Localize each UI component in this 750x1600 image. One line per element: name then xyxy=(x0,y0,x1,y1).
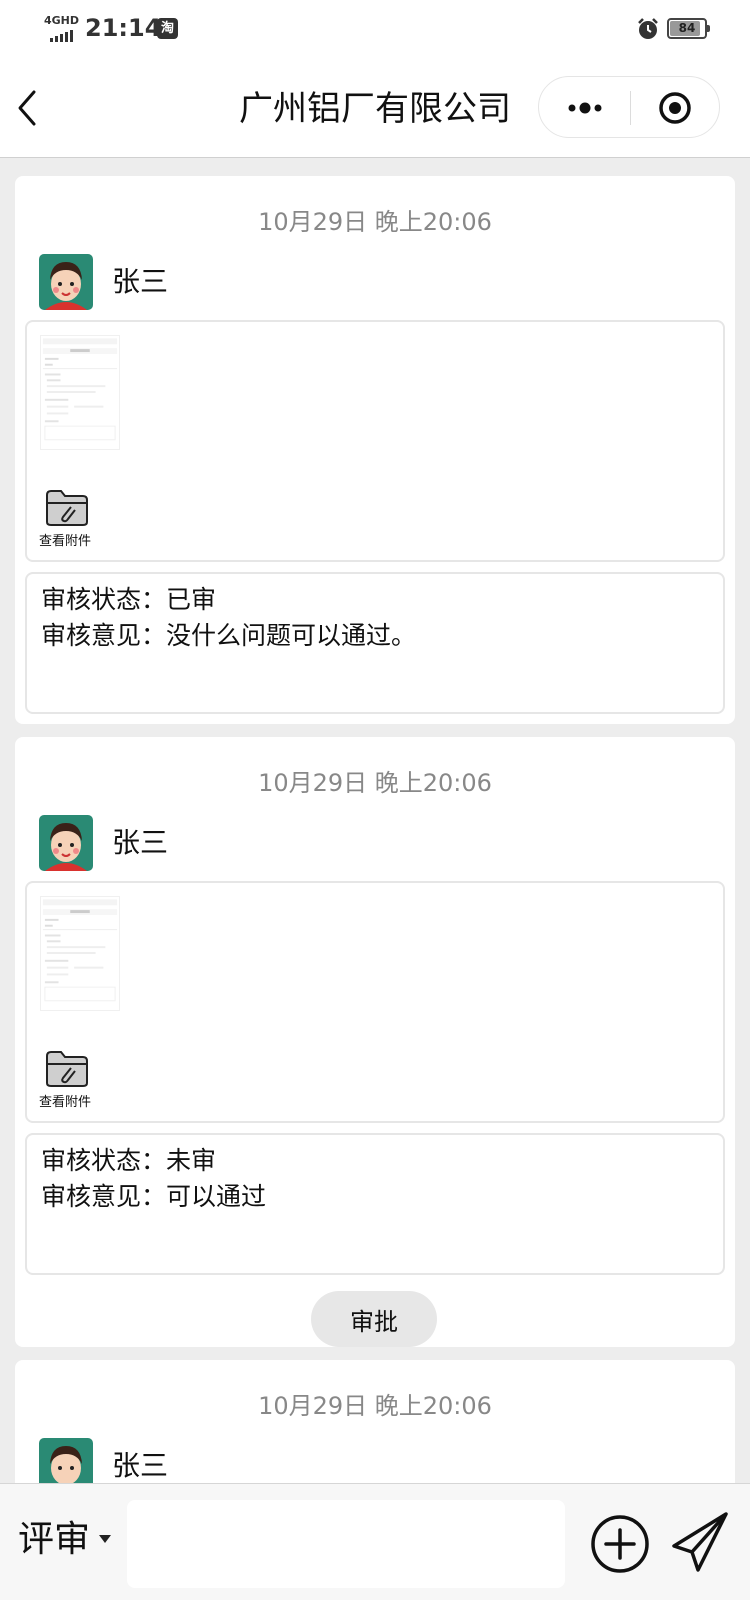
avatar xyxy=(39,815,93,871)
clock-time: 21:14 xyxy=(85,14,162,42)
review-status: 审核状态：已审 xyxy=(41,585,217,614)
input-bar: 评审 xyxy=(0,1483,750,1600)
card-timestamp: 10月29日 晚上20:06 xyxy=(258,769,492,797)
caret-down-icon xyxy=(99,1535,111,1543)
review-opinion: 审核意见：没什么问题可以通过。 xyxy=(41,621,417,650)
approve-button[interactable]: 审批 xyxy=(311,1291,437,1347)
alarm-icon xyxy=(638,18,658,39)
username: 张三 xyxy=(112,826,169,859)
status-bar: 4GHD 21:14 淘 84 xyxy=(0,0,750,58)
more-dots-icon[interactable] xyxy=(539,77,629,139)
approval-feed[interactable]: 10月29日 晚上20:06 张三 查看附件 审核状态：已审 审核意见：没什么问… xyxy=(0,159,750,1483)
taobao-notification-icon: 淘 xyxy=(157,18,178,39)
attachment-thumbnail[interactable] xyxy=(40,896,120,1011)
approval-card: 10月29日 晚上20:06 张三 xyxy=(15,1360,735,1483)
folder-attachment-icon[interactable] xyxy=(45,1048,89,1088)
chevron-left-icon[interactable] xyxy=(10,86,50,130)
navigation-bar: 广州铝厂有限公司 xyxy=(0,58,750,158)
username: 张三 xyxy=(112,265,169,298)
review-info-panel: 审核状态：已审 审核意见：没什么问题可以通过。 xyxy=(25,572,725,714)
plus-circle-icon[interactable] xyxy=(588,1512,652,1576)
avatar xyxy=(39,254,93,310)
approval-card: 10月29日 晚上20:06 张三 xyxy=(15,176,735,724)
review-status: 审核状态：未审 xyxy=(41,1146,217,1175)
view-attachment-link[interactable]: 查看附件 xyxy=(39,530,91,549)
review-opinion: 审核意见：可以通过 xyxy=(41,1182,267,1211)
mini-program-capsule xyxy=(538,76,720,138)
avatar xyxy=(39,1438,93,1483)
target-close-icon[interactable] xyxy=(631,77,721,139)
approval-card: 10月29日 晚上20:06 张三 xyxy=(15,737,735,1347)
attachment-thumbnail[interactable] xyxy=(40,335,120,450)
message-input[interactable] xyxy=(127,1500,565,1588)
send-plane-icon[interactable] xyxy=(670,1510,730,1574)
view-attachment-link[interactable]: 查看附件 xyxy=(39,1091,91,1110)
mode-label: 评审 xyxy=(18,1519,91,1560)
mode-selector[interactable]: 评审 xyxy=(16,1514,116,1570)
battery-icon: 84 xyxy=(667,18,710,39)
attachment-panel: 查看附件 xyxy=(25,881,725,1123)
attachment-panel: 查看附件 xyxy=(25,320,725,562)
review-info-panel: 审核状态：未审 审核意见：可以通过 xyxy=(25,1133,725,1275)
battery-level: 84 xyxy=(678,21,696,35)
signal-icon xyxy=(50,30,73,42)
network-type: 4GHD xyxy=(44,14,80,27)
username: 张三 xyxy=(112,1449,169,1482)
page-title: 广州铝厂有限公司 xyxy=(239,89,511,129)
folder-attachment-icon[interactable] xyxy=(45,487,89,527)
card-timestamp: 10月29日 晚上20:06 xyxy=(258,208,492,236)
card-timestamp: 10月29日 晚上20:06 xyxy=(258,1392,492,1420)
